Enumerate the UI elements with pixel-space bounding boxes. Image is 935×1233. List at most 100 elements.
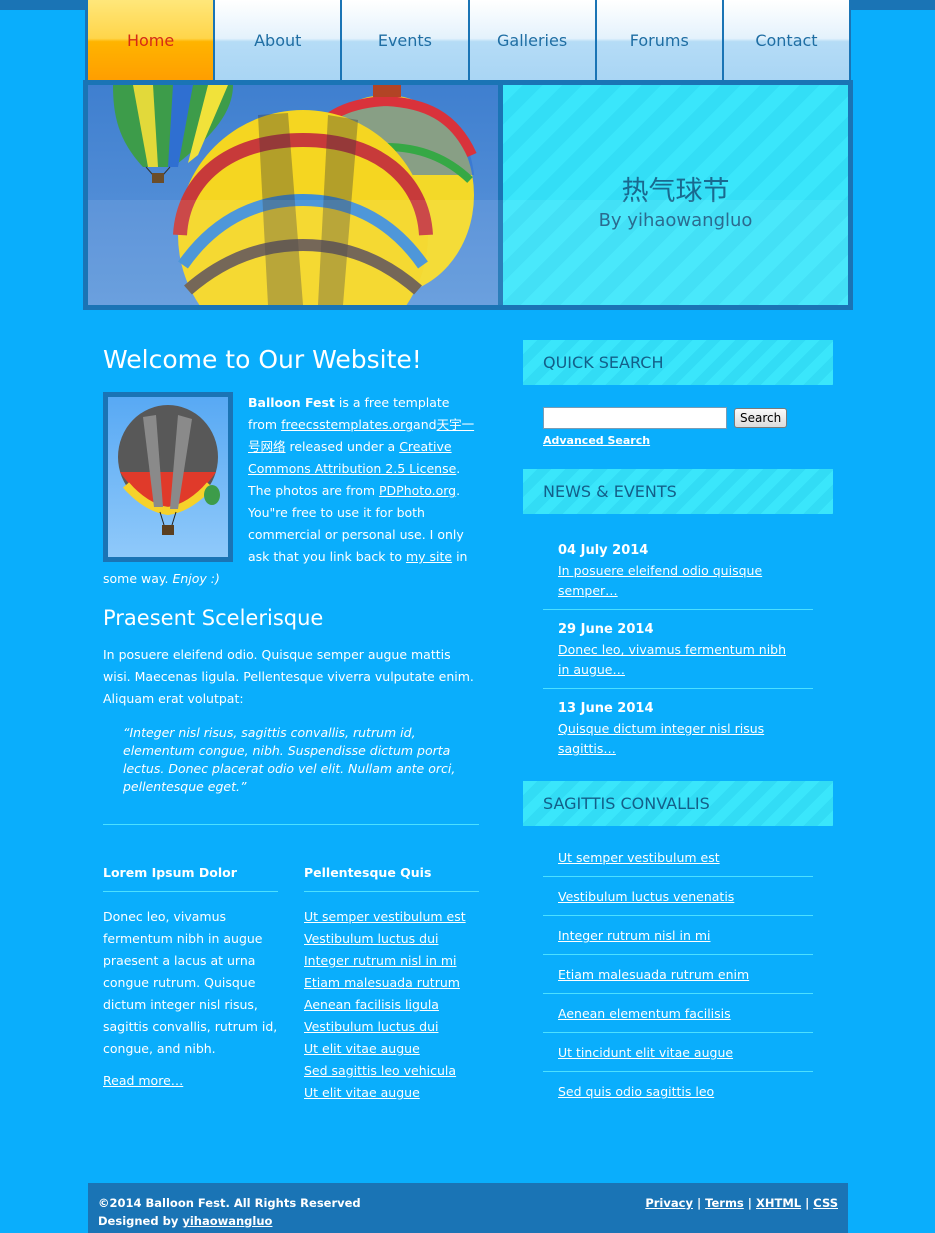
intro-section: Balloon Fest is a free template from fre…: [103, 392, 479, 590]
my-site-link[interactable]: my site: [406, 549, 452, 564]
pellentesque-link[interactable]: Aenean facilisis ligula: [304, 997, 439, 1012]
footer-separator: |: [805, 1196, 810, 1210]
praesent-heading: Praesent Scelerisque: [103, 606, 324, 630]
list-item: Aenean elementum facilisis: [543, 1007, 813, 1033]
nav-about[interactable]: About: [215, 0, 341, 80]
praesent-paragraph: In posuere eleifend odio. Quisque semper…: [103, 647, 474, 706]
site-title: 热气球节: [621, 176, 730, 207]
welcome-heading: Welcome to Our Website!: [103, 345, 422, 374]
balloons-illustration: [113, 85, 477, 305]
list-item: Ut semper vestibulum est: [304, 906, 479, 928]
list-item: Integer rutrum nisl in mi: [543, 929, 813, 955]
sagittis-link[interactable]: Ut semper vestibulum est: [558, 850, 720, 865]
enjoy-text: Enjoy :): [172, 571, 220, 586]
list-item: Aenean facilisis ligula: [304, 994, 479, 1016]
header-title-box: 热气球节 By yihaowangluo: [503, 85, 848, 305]
pellentesque-link[interactable]: Ut semper vestibulum est: [304, 909, 466, 924]
list-item: Vestibulum luctus venenatis: [543, 890, 813, 916]
news-link[interactable]: In posuere eleifend odio quisque semper…: [558, 563, 762, 598]
header-balloon-photo: [88, 85, 498, 305]
terms-link[interactable]: Terms: [705, 1196, 744, 1210]
search-input[interactable]: [543, 407, 727, 429]
news-item: 29 June 2014 Donec leo, vivamus fermentu…: [543, 621, 813, 689]
pellentesque-link[interactable]: Etiam malesuada rutrum: [304, 975, 460, 990]
news-date: 29 June 2014: [558, 622, 654, 637]
advanced-search-link[interactable]: Advanced Search: [543, 434, 650, 447]
pellentesque-link[interactable]: Sed sagittis leo vehicula: [304, 1063, 456, 1078]
sagittis-convallis-heading: SAGITTIS CONVALLIS: [523, 781, 833, 826]
footer-separator: |: [696, 1196, 702, 1210]
list-item: Etiam malesuada rutrum: [304, 972, 479, 994]
brand-name: Balloon Fest: [248, 395, 335, 410]
list-item: Sed quis odio sagittis leo: [543, 1085, 813, 1110]
footer-separator: |: [747, 1196, 752, 1210]
sagittis-link[interactable]: Vestibulum luctus venenatis: [558, 889, 734, 904]
main-nav: Home About Events Galleries Forums Conta…: [85, 0, 851, 82]
sagittis-link[interactable]: Integer rutrum nisl in mi: [558, 928, 710, 943]
freecsstemplates-link[interactable]: freecsstemplates.org: [281, 417, 413, 432]
designer-link[interactable]: yihaowangluo: [182, 1214, 272, 1228]
nav-galleries[interactable]: Galleries: [469, 0, 595, 80]
news-item: 04 July 2014 In posuere eleifend odio qu…: [543, 542, 813, 610]
two-columns: Lorem Ipsum Dolor Donec leo, vivamus fer…: [103, 865, 479, 1104]
news-events-heading: NEWS & EVENTS: [523, 469, 833, 514]
xhtml-link[interactable]: XHTML: [756, 1196, 801, 1210]
list-item: Sed sagittis leo vehicula: [304, 1060, 479, 1082]
sagittis-link[interactable]: Aenean elementum facilisis: [558, 1006, 731, 1021]
sagittis-link[interactable]: Sed quis odio sagittis leo: [558, 1084, 714, 1099]
search-row: Search: [543, 407, 813, 429]
quick-search-heading: QUICK SEARCH: [523, 340, 833, 385]
column-pellentesque-title: Pellentesque Quis: [304, 865, 479, 892]
designed-by-prefix: Designed by: [98, 1214, 183, 1228]
list-item: Vestibulum luctus dui: [304, 928, 479, 950]
column-pellentesque: Pellentesque Quis Ut semper vestibulum e…: [304, 865, 479, 1104]
intro-text-2: released under a: [285, 439, 400, 454]
column-lorem-text: Donec leo, vivamus fermentum nibh in aug…: [103, 909, 278, 1056]
pellentesque-link[interactable]: Vestibulum luctus dui: [304, 931, 438, 946]
divider: [103, 824, 479, 825]
list-item: Ut semper vestibulum est: [543, 851, 813, 877]
news-item: 13 June 2014 Quisque dictum integer nisl…: [543, 700, 813, 758]
sagittis-link[interactable]: Etiam malesuada rutrum enim: [558, 967, 749, 982]
search-button[interactable]: Search: [734, 408, 788, 428]
news-link[interactable]: Quisque dictum integer nisl risus sagitt…: [558, 721, 764, 756]
news-list: 04 July 2014 In posuere eleifend odio qu…: [523, 514, 833, 781]
css-link[interactable]: CSS: [813, 1196, 838, 1210]
column-lorem: Lorem Ipsum Dolor Donec leo, vivamus fer…: [103, 865, 278, 1104]
pellentesque-link-list: Ut semper vestibulum est Vestibulum luct…: [304, 906, 479, 1104]
pellentesque-link[interactable]: Vestibulum luctus dui: [304, 1019, 438, 1034]
nav-contact[interactable]: Contact: [723, 0, 850, 80]
pellentesque-link[interactable]: Ut elit vitae augue: [304, 1041, 420, 1056]
news-date: 04 July 2014: [558, 543, 649, 558]
list-item: Ut tincidunt elit vitae augue: [543, 1046, 813, 1072]
pellentesque-link[interactable]: Ut elit vitae augue: [304, 1085, 420, 1100]
list-item: Ut elit vitae augue: [304, 1082, 479, 1104]
copyright-text: ©2014 Balloon Fest. All Rights Reserved: [98, 1196, 361, 1210]
list-item: Integer rutrum nisl in mi: [304, 950, 479, 972]
list-item: Vestibulum luctus dui: [304, 1016, 479, 1038]
pellentesque-link[interactable]: Integer rutrum nisl in mi: [304, 953, 456, 968]
sagittis-link-list: Ut semper vestibulum est Vestibulum luct…: [523, 826, 833, 1110]
privacy-link[interactable]: Privacy: [645, 1196, 693, 1210]
news-date: 13 June 2014: [558, 701, 654, 716]
footer-links: Privacy | Terms | XHTML | CSS: [645, 1194, 838, 1212]
quote-block: “Integer nisl risus, sagittis convallis,…: [123, 725, 456, 794]
intro-balloon-image: [103, 392, 233, 562]
footer: ©2014 Balloon Fest. All Rights Reserved …: [88, 1183, 848, 1233]
nav-forums[interactable]: Forums: [596, 0, 722, 80]
list-item: Etiam malesuada rutrum enim: [543, 968, 813, 994]
nav-events[interactable]: Events: [342, 0, 468, 80]
balloon-icon: [118, 405, 220, 535]
read-more-link[interactable]: Read more…: [103, 1073, 183, 1088]
list-item: Ut elit vitae augue: [304, 1038, 479, 1060]
main-content: Welcome to Our Website! Balloon Fest is …: [103, 345, 479, 1104]
pdphoto-link[interactable]: PDPhoto.org: [379, 483, 456, 498]
column-lorem-title: Lorem Ipsum Dolor: [103, 865, 278, 892]
site-subtitle: By yihaowangluo: [598, 210, 753, 231]
search-area: Search Advanced Search: [523, 385, 833, 469]
news-link[interactable]: Donec leo, vivamus fermentum nibh in aug…: [558, 642, 786, 677]
footer-left: ©2014 Balloon Fest. All Rights Reserved …: [98, 1194, 361, 1230]
sagittis-link[interactable]: Ut tincidunt elit vitae augue: [558, 1045, 733, 1060]
sidebar: QUICK SEARCH Search Advanced Search NEWS…: [523, 340, 833, 1123]
nav-home[interactable]: Home: [88, 0, 214, 80]
